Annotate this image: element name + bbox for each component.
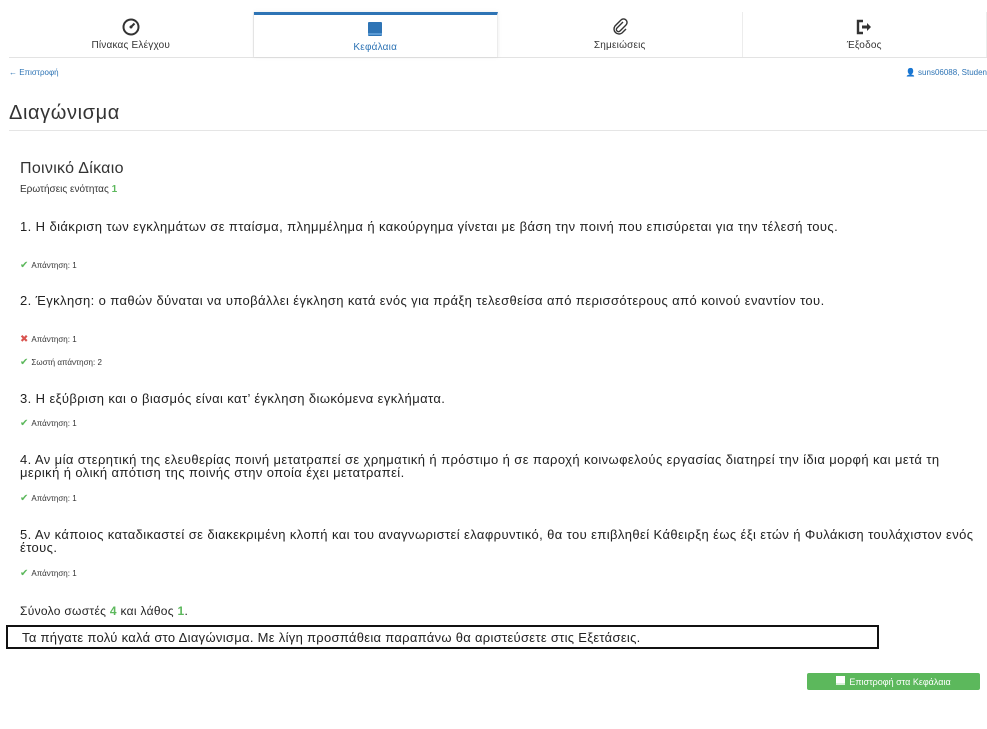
score-summary: Σύνολο σωστές 4 και λάθος 1. bbox=[20, 604, 189, 618]
sign-out-icon bbox=[855, 18, 873, 36]
unit-questions: Ερωτήσεις ενότητας 1 bbox=[20, 184, 118, 195]
tab-dashboard[interactable]: Πίνακας Ελέγχου bbox=[9, 12, 254, 57]
paperclip-icon bbox=[611, 18, 629, 36]
tab-chapters[interactable]: Κεφάλαια bbox=[253, 12, 498, 57]
user-info: 👤 suns06088, Studen bbox=[906, 68, 987, 77]
question-3: 3. Η εξύβριση και ο βιασμός είναι κατ’ έ… bbox=[20, 391, 446, 406]
unit-questions-count: 1 bbox=[111, 184, 118, 195]
tab-notes[interactable]: Σημειώσεις bbox=[498, 12, 743, 57]
correct-count: 4 bbox=[109, 604, 117, 618]
check-icon: ✔ bbox=[20, 357, 29, 368]
tab-logout[interactable]: Έξοδος bbox=[743, 12, 987, 57]
answer-2: ✖ Απάντηση: 1 bbox=[20, 334, 77, 345]
answer-3: ✔ Απάντηση: 1 bbox=[20, 418, 77, 429]
check-icon: ✔ bbox=[20, 493, 29, 504]
question-5: 5. Αν κάποιος καταδικαστεί σε διακεκριμέ… bbox=[20, 527, 974, 555]
tab-notes-label: Σημειώσεις bbox=[593, 40, 646, 51]
question-1: 1. Η διάκριση των εγκλημάτων σε πταίσμα,… bbox=[20, 219, 839, 234]
section-title: Ποινικό Δίκαιο bbox=[20, 160, 124, 177]
book-icon bbox=[367, 20, 383, 38]
check-icon: ✔ bbox=[20, 418, 29, 429]
top-navigation: Πίνακας Ελέγχου Κεφάλαια Σημειώσεις Έξοδ… bbox=[9, 12, 987, 58]
check-icon: ✔ bbox=[20, 568, 29, 579]
back-link[interactable]: ← Επιστροφή bbox=[9, 68, 59, 77]
tab-logout-label: Έξοδος bbox=[846, 40, 882, 51]
feedback-message: Τα πήγατε πολύ καλά στο Διαγώνισμα. Με λ… bbox=[6, 625, 879, 649]
check-icon: ✔ bbox=[20, 260, 29, 271]
wrong-count: 1 bbox=[177, 604, 185, 618]
answer-1: ✔ Απάντηση: 1 bbox=[20, 260, 77, 271]
tab-dashboard-label: Πίνακας Ελέγχου bbox=[91, 40, 171, 51]
tab-chapters-label: Κεφάλαια bbox=[353, 41, 398, 53]
answer-4: ✔ Απάντηση: 1 bbox=[20, 493, 77, 504]
return-to-chapters-button[interactable]: Επιστροφή στα Κεφάλαια bbox=[807, 673, 980, 690]
cross-icon: ✖ bbox=[20, 334, 29, 345]
user-icon: 👤 bbox=[905, 68, 916, 77]
question-2: 2. Έγκληση: ο παθών δύναται να υποβάλλει… bbox=[20, 293, 825, 308]
question-4: 4. Αν μία στερητική της ελευθερίας ποινή… bbox=[20, 452, 940, 480]
username: suns06088, Studen bbox=[918, 68, 987, 77]
book-icon bbox=[836, 676, 846, 687]
dashboard-icon bbox=[122, 18, 140, 36]
page-title: Διαγώνισμα bbox=[9, 102, 120, 124]
correct-answer-2: ✔ Σωστή απάντηση: 2 bbox=[20, 357, 102, 368]
title-divider bbox=[9, 130, 987, 131]
answer-5: ✔ Απάντηση: 1 bbox=[20, 568, 77, 579]
